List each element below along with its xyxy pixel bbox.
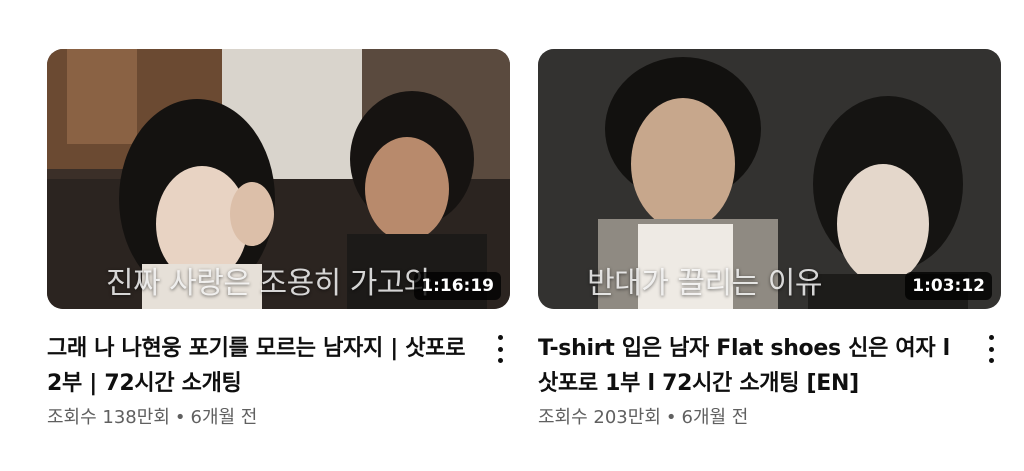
duration-badge: 1:03:12 xyxy=(905,272,992,300)
video-title[interactable]: 그래 나 나현웅 포기를 모르는 남자지 | 삿포로 2부 | 72시간 소개팅 xyxy=(47,331,474,401)
video-metadata: 조회수 203만회 • 6개월 전 xyxy=(538,405,965,431)
video-details: 그래 나 나현웅 포기를 모르는 남자지 | 삿포로 2부 | 72시간 소개팅… xyxy=(47,331,510,431)
meta-separator: • xyxy=(665,407,677,428)
view-count: 조회수 203만회 xyxy=(538,407,661,428)
video-thumbnail[interactable]: 반대가 끌리는 이유 1:03:12 xyxy=(538,49,1001,309)
video-details: T-shirt 입은 남자 Flat shoes 신은 여자 l 삿포로 1부 … xyxy=(538,331,1001,431)
video-title[interactable]: T-shirt 입은 남자 Flat shoes 신은 여자 l 삿포로 1부 … xyxy=(538,331,965,401)
meta-separator: • xyxy=(174,407,186,428)
upload-age: 6개월 전 xyxy=(190,407,258,428)
video-grid: 진짜 사랑은 조용히 가고와 1:16:19 그래 나 나현웅 포기를 모르는 … xyxy=(0,0,1024,471)
upload-age: 6개월 전 xyxy=(681,407,749,428)
video-card[interactable]: 진짜 사랑은 조용히 가고와 1:16:19 그래 나 나현웅 포기를 모르는 … xyxy=(47,49,510,431)
duration-badge: 1:16:19 xyxy=(414,272,501,300)
video-card[interactable]: 반대가 끌리는 이유 1:03:12 T-shirt 입은 남자 Flat sh… xyxy=(538,49,1001,431)
more-vert-icon[interactable] xyxy=(490,335,510,363)
video-metadata: 조회수 138만회 • 6개월 전 xyxy=(47,405,474,431)
view-count: 조회수 138만회 xyxy=(47,407,170,428)
video-thumbnail[interactable]: 진짜 사랑은 조용히 가고와 1:16:19 xyxy=(47,49,510,309)
more-vert-icon[interactable] xyxy=(981,335,1001,363)
